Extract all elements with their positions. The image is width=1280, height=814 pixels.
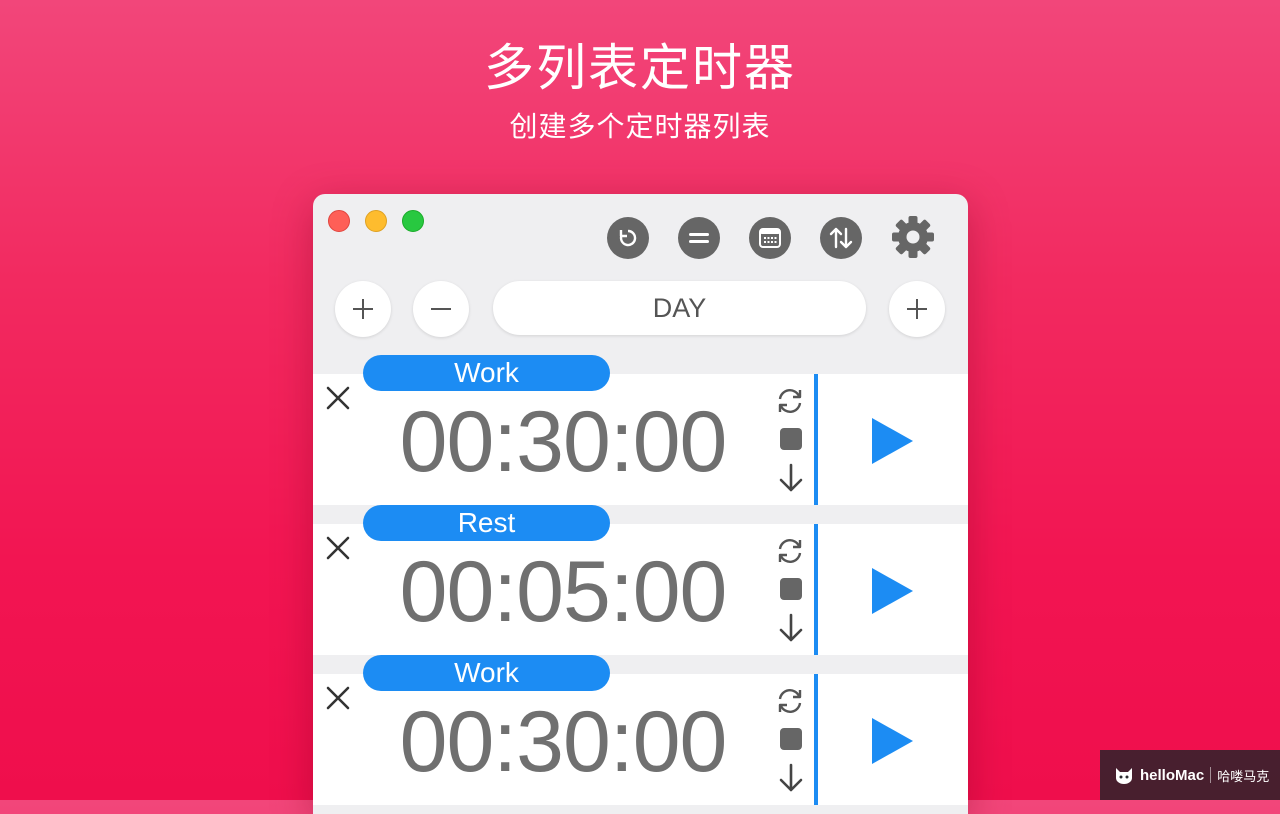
add-list-button[interactable] bbox=[889, 281, 945, 337]
plus-icon bbox=[353, 299, 373, 319]
play-icon[interactable] bbox=[869, 416, 915, 466]
timer-label[interactable]: Rest bbox=[363, 505, 610, 541]
timer-time[interactable]: 00:05:00 bbox=[383, 542, 743, 642]
repeat-icon[interactable] bbox=[774, 535, 806, 567]
minimize-window-button[interactable] bbox=[365, 210, 387, 232]
repeat-icon[interactable] bbox=[774, 385, 806, 417]
stop-icon[interactable] bbox=[780, 578, 802, 600]
timer-time[interactable]: 00:30:00 bbox=[383, 692, 743, 792]
timer-label[interactable]: Work bbox=[363, 355, 610, 391]
gear-icon bbox=[892, 216, 934, 258]
cat-logo-icon bbox=[1116, 768, 1132, 784]
row-divider bbox=[814, 674, 818, 805]
arrow-down-icon[interactable] bbox=[778, 463, 804, 493]
settings-button[interactable] bbox=[890, 214, 936, 260]
remove-timer-button[interactable] bbox=[413, 281, 469, 337]
sort-button[interactable] bbox=[820, 217, 862, 259]
list-name-field[interactable]: DAY bbox=[493, 281, 866, 335]
repeat-icon[interactable] bbox=[774, 685, 806, 717]
row-divider bbox=[814, 524, 818, 655]
timer-label[interactable]: Work bbox=[363, 655, 610, 691]
close-window-button[interactable] bbox=[328, 210, 350, 232]
reset-button[interactable] bbox=[607, 217, 649, 259]
timer-row: 00:30:00 bbox=[313, 674, 968, 805]
close-icon[interactable] bbox=[325, 385, 351, 411]
zoom-window-button[interactable] bbox=[402, 210, 424, 232]
equal-icon bbox=[689, 233, 709, 243]
watermark-brand: helloMac bbox=[1140, 766, 1205, 784]
close-icon[interactable] bbox=[325, 535, 351, 561]
arrow-down-icon[interactable] bbox=[778, 763, 804, 793]
timer-row: 00:30:00 bbox=[313, 374, 968, 505]
calendar-icon bbox=[759, 228, 781, 248]
minus-icon bbox=[431, 308, 451, 310]
hero-subtitle: 创建多个定时器列表 bbox=[509, 110, 771, 143]
timer-time[interactable]: 00:30:00 bbox=[383, 392, 743, 492]
stop-icon[interactable] bbox=[780, 728, 802, 750]
watermark-cn: 哈喽马克 bbox=[1217, 769, 1270, 785]
watermark-separator bbox=[1210, 767, 1212, 783]
reset-icon bbox=[619, 229, 637, 247]
plus-icon bbox=[907, 299, 927, 319]
arrow-down-icon[interactable] bbox=[778, 613, 804, 643]
play-icon[interactable] bbox=[869, 716, 915, 766]
watermark: helloMac 哈喽马克 bbox=[1100, 750, 1280, 800]
sort-icon bbox=[829, 227, 853, 249]
hero-title: 多列表定时器 bbox=[484, 39, 796, 97]
app-window: DAY Work 00:30:00 Rest 00:05:00 Work 00:… bbox=[313, 194, 968, 814]
timer-row: 00:05:00 bbox=[313, 524, 968, 655]
calendar-button[interactable] bbox=[749, 217, 791, 259]
add-timer-button[interactable] bbox=[335, 281, 391, 337]
row-divider bbox=[814, 374, 818, 505]
equal-button[interactable] bbox=[678, 217, 720, 259]
play-icon[interactable] bbox=[869, 566, 915, 616]
stop-icon[interactable] bbox=[780, 428, 802, 450]
close-icon[interactable] bbox=[325, 685, 351, 711]
